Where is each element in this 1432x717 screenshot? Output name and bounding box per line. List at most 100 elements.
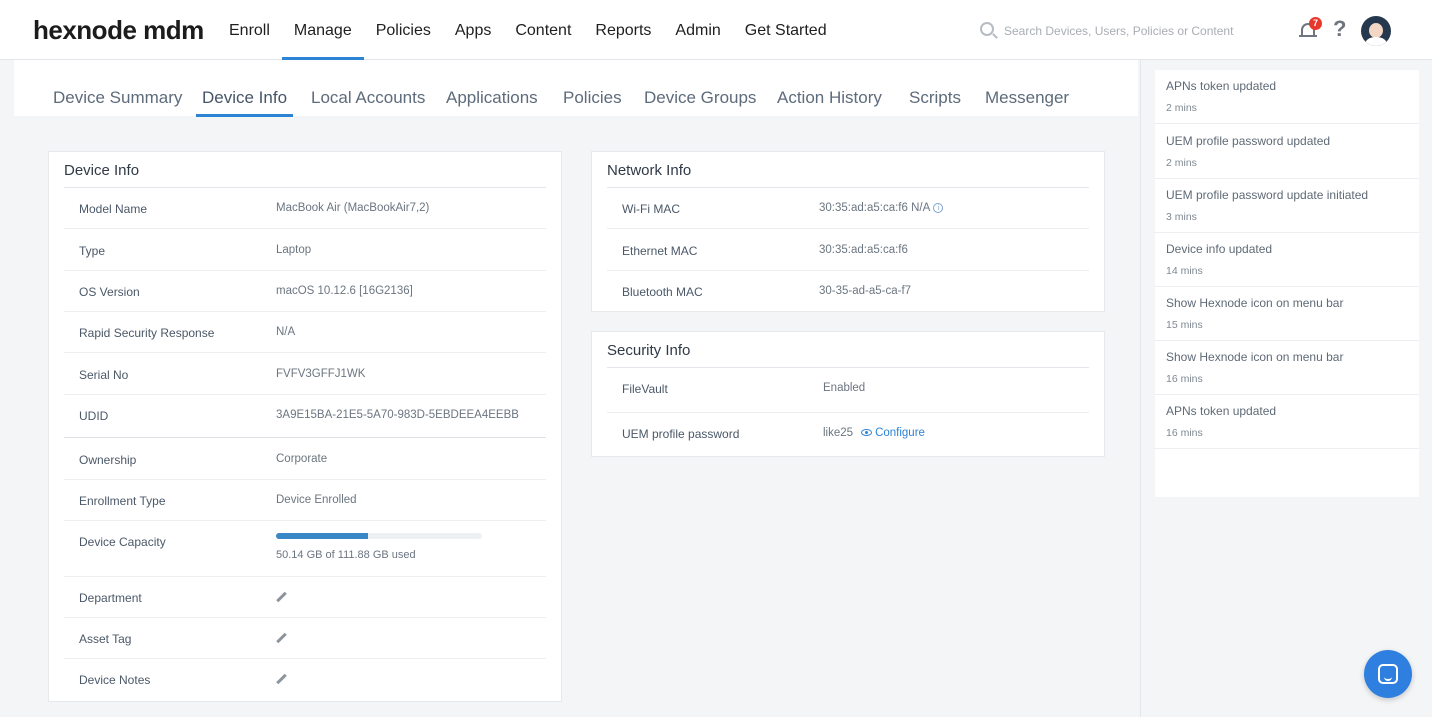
tab-messenger[interactable]: Messenger (985, 88, 1069, 116)
info-label: FileVault (622, 382, 668, 396)
info-label: Enrollment Type (79, 494, 166, 508)
info-value: MacBook Air (MacBookAir7,2) (276, 202, 430, 214)
editable-row-asset-tag: Asset Tag (64, 618, 546, 659)
info-row: Enrollment Type Device Enrolled (64, 480, 546, 521)
notifications-button[interactable]: 7 (1299, 17, 1322, 40)
info-label: Device Capacity (79, 535, 166, 549)
chat-button[interactable] (1364, 650, 1412, 698)
info-label: Ownership (79, 453, 137, 467)
chat-icon (1378, 664, 1398, 684)
info-label: Model Name (79, 202, 148, 216)
search-input[interactable] (1004, 20, 1254, 42)
info-row: Rapid Security Response N/A (64, 312, 546, 353)
nav-manage[interactable]: Manage (281, 0, 364, 60)
info-label: Asset Tag (79, 632, 132, 646)
device-tabs: Device Summary Device Info Local Account… (14, 60, 1138, 117)
list-item: Show Hexnode icon on menu bar 16 mins (1155, 341, 1419, 395)
capacity-bar (276, 533, 482, 539)
info-value: N/A (276, 326, 296, 338)
info-row: UDID 3A9E15BA-21E5-5A70-983D-5EBDEEA4EEB… (64, 395, 546, 438)
tab-scripts[interactable]: Scripts (909, 88, 961, 116)
info-row: Model Name MacBook Air (MacBookAir7,2) (64, 188, 546, 229)
tab-action-history[interactable]: Action History (777, 88, 882, 116)
tab-policies[interactable]: Policies (563, 88, 622, 116)
list-item: UEM profile password updated 2 mins (1155, 125, 1419, 179)
device-info-card: Device Info Model Name MacBook Air (MacB… (48, 151, 562, 702)
info-value: 30:35:ad:a5:ca:f6 (819, 244, 908, 256)
nav-get-started[interactable]: Get Started (733, 0, 839, 60)
pencil-icon[interactable] (276, 592, 287, 603)
tab-device-info[interactable]: Device Info (195, 88, 294, 117)
notification-badge: 7 (1309, 17, 1322, 30)
info-value: Corporate (276, 453, 328, 465)
info-icon[interactable]: i (933, 203, 944, 213)
info-label: OS Version (79, 285, 140, 299)
info-label: Serial No (79, 368, 129, 382)
list-item: APNs token updated 2 mins (1155, 70, 1419, 124)
editable-row-device-notes: Device Notes (64, 659, 546, 700)
info-value: like25 (823, 427, 854, 439)
card-title: Network Info (607, 162, 692, 179)
info-label: Type (79, 244, 106, 258)
nav-admin[interactable]: Admin (663, 0, 732, 60)
nav-enroll[interactable]: Enroll (217, 0, 282, 60)
info-value: Laptop (276, 244, 312, 256)
search-icon (980, 22, 994, 36)
main-content: Device Summary Device Info Local Account… (14, 60, 1138, 717)
list-item: Show Hexnode icon on menu bar 15 mins (1155, 287, 1419, 341)
info-row: Ethernet MAC 30:35:ad:a5:ca:f6 (607, 230, 1089, 271)
info-row: Bluetooth MAC 30-35-ad-a5-ca-f7 (607, 271, 1089, 312)
activity-feed[interactable]: APNs token updated 2 mins UEM profile pa… (1155, 70, 1419, 497)
info-label: Wi-Fi MAC (622, 202, 680, 216)
info-value: macOS 10.12.6 [16G2136] (276, 285, 413, 297)
network-info-card: Network Info Wi-Fi MAC 30:35:ad:a5:ca:f6… (591, 151, 1105, 312)
configure-link[interactable]: Configure (875, 427, 925, 439)
info-row: Type Laptop (64, 230, 546, 271)
info-row: Ownership Corporate (64, 439, 546, 480)
security-info-card: Security Info FileVault Enabled UEM prof… (591, 331, 1105, 457)
info-label: Bluetooth MAC (622, 285, 703, 299)
info-label: UEM profile password (622, 427, 740, 441)
info-value: Enabled (823, 382, 866, 394)
info-row: OS Version macOS 10.12.6 [16G2136] (64, 271, 546, 312)
card-title: Device Info (64, 162, 140, 179)
nav-policies[interactable]: Policies (364, 0, 443, 60)
list-item: APNs token updated 16 mins (1155, 395, 1419, 449)
info-row: FileVault Enabled (607, 368, 1089, 413)
info-value: FVFV3GFFJ1WK (276, 368, 366, 380)
info-value: 30:35:ad:a5:ca:f6 N/A (819, 202, 931, 214)
list-item: Device info updated 14 mins (1155, 233, 1419, 287)
info-row: Serial No FVFV3GFFJ1WK (64, 354, 546, 395)
info-row: UEM profile password like25 Configure (607, 413, 1089, 454)
info-label: Ethernet MAC (622, 244, 698, 258)
device-capacity-row: Device Capacity 50.14 GB of 111.88 GB us… (64, 521, 546, 577)
help-icon[interactable]: ? (1333, 16, 1346, 42)
hexnode-logo[interactable]: hexnode mdm (33, 15, 204, 46)
activity-panel: APNs token updated 2 mins UEM profile pa… (1140, 60, 1432, 717)
info-value: 30-35-ad-a5-ca-f7 (819, 285, 912, 297)
capacity-bar-fill (276, 533, 369, 539)
tab-device-groups[interactable]: Device Groups (644, 88, 756, 116)
nav-apps[interactable]: Apps (443, 0, 503, 60)
card-title: Security Info (607, 342, 691, 359)
main-nav: Enroll Manage Policies Apps Content Repo… (217, 0, 839, 60)
global-search (978, 20, 1258, 42)
info-label: UDID (79, 409, 109, 423)
tab-device-summary[interactable]: Device Summary (53, 88, 182, 116)
top-bar: hexnode mdm Enroll Manage Policies Apps … (0, 0, 1432, 60)
avatar[interactable] (1361, 16, 1391, 46)
info-label: Device Notes (79, 673, 151, 687)
pencil-icon[interactable] (276, 633, 287, 644)
list-item: UEM profile password update initiated 3 … (1155, 179, 1419, 233)
capacity-used-text: 50.14 GB of 111.88 GB used (276, 549, 416, 561)
tab-local-accounts[interactable]: Local Accounts (311, 88, 425, 116)
nav-content[interactable]: Content (503, 0, 583, 60)
info-label: Department (79, 591, 142, 605)
editable-row-department: Department (64, 577, 546, 618)
pencil-icon[interactable] (276, 674, 287, 685)
tab-applications[interactable]: Applications (446, 88, 538, 116)
eye-icon[interactable] (861, 429, 873, 436)
info-value: Device Enrolled (276, 494, 357, 506)
nav-reports[interactable]: Reports (583, 0, 663, 60)
info-value: 3A9E15BA-21E5-5A70-983D-5EBDEEA4EEBB (276, 409, 519, 421)
